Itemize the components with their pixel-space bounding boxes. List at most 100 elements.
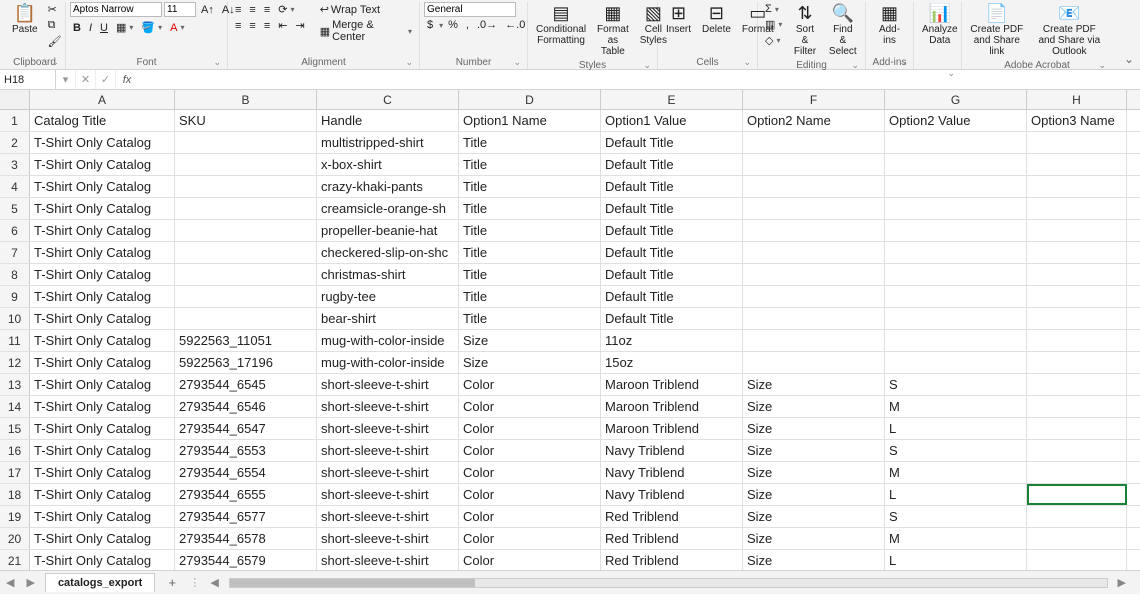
cell-B12[interactable]: 5922563_17196 (175, 352, 317, 373)
cell-B1[interactable]: SKU (175, 110, 317, 131)
cell-D21[interactable]: Color (459, 550, 601, 570)
cell-C4[interactable]: crazy-khaki-pants (317, 176, 459, 197)
cell-A9[interactable]: T-Shirt Only Catalog (30, 286, 175, 307)
cell-A19[interactable]: T-Shirt Only Catalog (30, 506, 175, 527)
align-middle-button[interactable]: ≡ (246, 3, 258, 17)
row-header-12[interactable]: 12 (0, 352, 30, 373)
cell-C15[interactable]: short-sleeve-t-shirt (317, 418, 459, 439)
clear-button[interactable]: ◇▾ (762, 33, 785, 48)
name-box[interactable]: H18 (0, 70, 56, 89)
orientation-button[interactable]: ⟳▾ (275, 2, 297, 17)
cell-G12[interactable] (885, 352, 1027, 373)
cell-G16[interactable]: S (885, 440, 1027, 461)
scroll-right-button[interactable]: ▶ (1112, 576, 1132, 589)
cell-A16[interactable]: T-Shirt Only Catalog (30, 440, 175, 461)
row-header-16[interactable]: 16 (0, 440, 30, 461)
format-as-table-button[interactable]: ▦Format as Table (593, 2, 633, 59)
cell-B2[interactable] (175, 132, 317, 153)
cell-D11[interactable]: Size (459, 330, 601, 351)
cell-G9[interactable] (885, 286, 1027, 307)
cell-G2[interactable] (885, 132, 1027, 153)
cell-H16[interactable] (1027, 440, 1127, 461)
cell-B6[interactable] (175, 220, 317, 241)
cell-G11[interactable] (885, 330, 1027, 351)
horizontal-scrollbar-thumb[interactable] (230, 579, 475, 587)
cell-D3[interactable]: Title (459, 154, 601, 175)
cell-H19[interactable] (1027, 506, 1127, 527)
sort-filter-button[interactable]: ⇅Sort & Filter (788, 2, 821, 59)
copy-button[interactable]: ⧉ (45, 18, 65, 33)
row-header-4[interactable]: 4 (0, 176, 30, 197)
cut-button[interactable]: ✂ (45, 2, 65, 17)
underline-button[interactable]: U (97, 21, 111, 35)
row-header-1[interactable]: 1 (0, 110, 30, 131)
cell-F13[interactable]: Size (743, 374, 885, 395)
column-header-C[interactable]: C (317, 90, 459, 109)
add-sheet-button[interactable]: + (163, 575, 181, 590)
cell-E13[interactable]: Maroon Triblend (601, 374, 743, 395)
collapse-ribbon-button[interactable]: ⌄ (1124, 52, 1134, 66)
cell-F4[interactable] (743, 176, 885, 197)
cell-E7[interactable]: Default Title (601, 242, 743, 263)
cell-C5[interactable]: creamsicle-orange-sh (317, 198, 459, 219)
align-center-button[interactable]: ≡ (246, 19, 258, 33)
increase-indent-button[interactable]: ⇥ (292, 18, 307, 33)
row-header-9[interactable]: 9 (0, 286, 30, 307)
cell-C1[interactable]: Handle (317, 110, 459, 131)
cell-B20[interactable]: 2793544_6578 (175, 528, 317, 549)
cell-B17[interactable]: 2793544_6554 (175, 462, 317, 483)
cell-A2[interactable]: T-Shirt Only Catalog (30, 132, 175, 153)
cell-G1[interactable]: Option2 Value (885, 110, 1027, 131)
cell-H11[interactable] (1027, 330, 1127, 351)
decrease-decimal-button[interactable]: ←.0 (502, 18, 528, 32)
cell-C9[interactable]: rugby-tee (317, 286, 459, 307)
cell-H13[interactable] (1027, 374, 1127, 395)
cell-F15[interactable]: Size (743, 418, 885, 439)
cell-A12[interactable]: T-Shirt Only Catalog (30, 352, 175, 373)
sheet-tab-active[interactable]: catalogs_export (45, 573, 155, 592)
cell-A14[interactable]: T-Shirt Only Catalog (30, 396, 175, 417)
percent-button[interactable]: % (445, 18, 461, 32)
cell-B19[interactable]: 2793544_6577 (175, 506, 317, 527)
cell-B11[interactable]: 5922563_11051 (175, 330, 317, 351)
cell-D1[interactable]: Option1 Name (459, 110, 601, 131)
cell-E15[interactable]: Maroon Triblend (601, 418, 743, 439)
cell-H5[interactable] (1027, 198, 1127, 219)
create-pdf-share-link-button[interactable]: 📄Create PDF and Share link (966, 2, 1028, 59)
cell-F21[interactable]: Size (743, 550, 885, 570)
cell-E11[interactable]: 11oz (601, 330, 743, 351)
cell-B10[interactable] (175, 308, 317, 329)
cell-A8[interactable]: T-Shirt Only Catalog (30, 264, 175, 285)
cell-G6[interactable] (885, 220, 1027, 241)
cell-F18[interactable]: Size (743, 484, 885, 505)
cell-D17[interactable]: Color (459, 462, 601, 483)
cell-E8[interactable]: Default Title (601, 264, 743, 285)
cell-H10[interactable] (1027, 308, 1127, 329)
cell-G19[interactable]: S (885, 506, 1027, 527)
cell-G15[interactable]: L (885, 418, 1027, 439)
cell-E17[interactable]: Navy Triblend (601, 462, 743, 483)
cell-F17[interactable]: Size (743, 462, 885, 483)
cell-H15[interactable] (1027, 418, 1127, 439)
align-left-button[interactable]: ≡ (232, 19, 244, 33)
cell-D18[interactable]: Color (459, 484, 601, 505)
cell-H14[interactable] (1027, 396, 1127, 417)
row-header-14[interactable]: 14 (0, 396, 30, 417)
find-select-button[interactable]: 🔍Find & Select (825, 2, 861, 59)
row-header-5[interactable]: 5 (0, 198, 30, 219)
cell-H18[interactable] (1027, 484, 1127, 505)
cell-F14[interactable]: Size (743, 396, 885, 417)
border-button[interactable]: ▦▾ (113, 20, 136, 35)
cell-H3[interactable] (1027, 154, 1127, 175)
fill-color-button[interactable]: 🪣▾ (138, 20, 165, 35)
row-header-6[interactable]: 6 (0, 220, 30, 241)
cell-C3[interactable]: x-box-shirt (317, 154, 459, 175)
cell-E12[interactable]: 15oz (601, 352, 743, 373)
analyze-data-button[interactable]: 📊Analyze Data (918, 2, 962, 48)
cell-B15[interactable]: 2793544_6547 (175, 418, 317, 439)
cell-D20[interactable]: Color (459, 528, 601, 549)
conditional-formatting-button[interactable]: ▤Conditional Formatting (532, 2, 590, 48)
cell-F5[interactable] (743, 198, 885, 219)
cell-C11[interactable]: mug-with-color-inside (317, 330, 459, 351)
cell-C12[interactable]: mug-with-color-inside (317, 352, 459, 373)
